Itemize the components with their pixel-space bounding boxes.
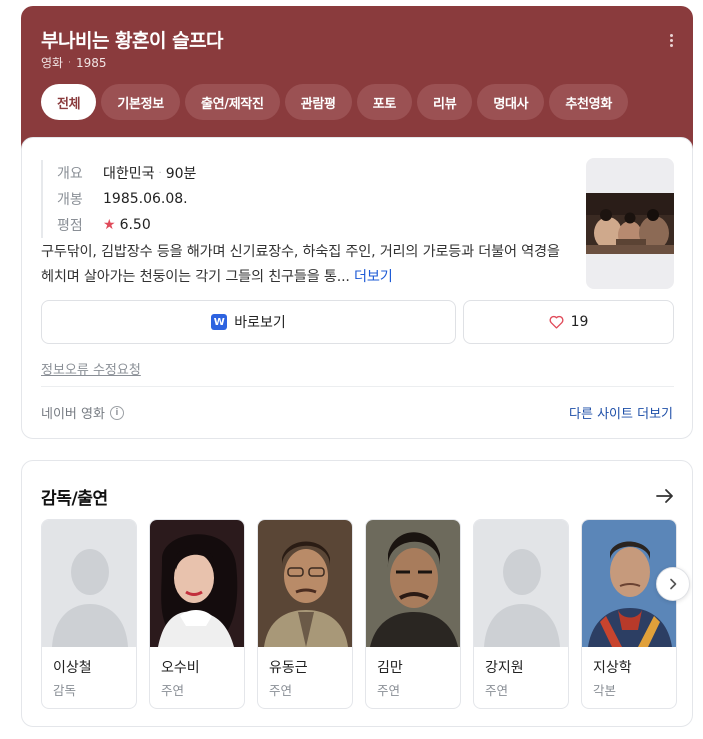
tab-quotes[interactable]: 명대사 xyxy=(477,84,545,120)
person-photo xyxy=(258,520,352,647)
release-row: 개봉 1985.06.08. xyxy=(57,186,196,212)
person-role: 주연 xyxy=(377,683,401,698)
person-name: 이상철 xyxy=(53,660,92,676)
movie-still-image xyxy=(586,193,674,254)
report-error-link[interactable]: 정보오류 수정요청 xyxy=(41,359,141,378)
runtime-value: 90분 xyxy=(165,166,197,182)
person-name: 강지원 xyxy=(485,660,524,676)
watcha-logo-icon: W xyxy=(211,314,228,330)
cast-item[interactable]: 유동근 주연 xyxy=(257,519,353,709)
watch-now-button[interactable]: W 바로보기 xyxy=(41,300,456,344)
more-options-icon[interactable] xyxy=(663,30,679,50)
star-icon: ★ xyxy=(103,217,116,233)
rating-label: 평점 xyxy=(57,218,83,234)
person-role: 감독 xyxy=(53,683,77,698)
overview-row: 개요 대한민국 · 90분 xyxy=(57,160,196,186)
watch-now-label: 바로보기 xyxy=(234,315,286,331)
person-photo xyxy=(366,520,460,647)
meta-separator: · xyxy=(68,57,71,68)
tab-photos[interactable]: 포토 xyxy=(356,84,413,120)
synopsis-more-link[interactable]: 더보기 xyxy=(354,269,393,285)
person-name: 오수비 xyxy=(161,660,200,676)
chevron-right-icon xyxy=(670,578,677,590)
like-button[interactable]: 19 xyxy=(463,300,674,344)
tab-all[interactable]: 전체 xyxy=(41,84,97,120)
cast-item[interactable]: 이상철 감독 xyxy=(41,519,137,709)
rating-value: 6.50 xyxy=(119,217,151,233)
cast-item[interactable]: 지상학 각본 xyxy=(581,519,677,709)
next-button[interactable] xyxy=(656,567,690,601)
person-placeholder-photo xyxy=(474,520,568,647)
cast-section-title[interactable]: 감독/출연 xyxy=(41,484,108,509)
movie-header: 부나비는 황혼이 슬프다 영화 · 1985 전체 기본정보 출연/제작진 관람… xyxy=(21,6,693,156)
poster-thumbnail[interactable] xyxy=(586,158,674,289)
cast-card: 감독/출연 이상철 감독 오수비 주연 유동근 주연 김만 주연 강지원 주연 … xyxy=(21,460,693,727)
person-name: 김만 xyxy=(377,660,403,676)
person-role: 주연 xyxy=(161,683,185,698)
tab-bar: 전체 기본정보 출연/제작진 관람평 포토 리뷰 명대사 추천영화 xyxy=(41,84,628,120)
synopsis-text: 구두닦이, 김밥장수 등을 해가며 신기료장수, 하숙집 주인, 거리의 가로등… xyxy=(41,244,560,285)
source-info: 네이버 영화 i xyxy=(41,403,124,422)
info-icon[interactable]: i xyxy=(109,405,124,420)
synopsis: 구두닦이, 김밥장수 등을 해가며 신기료장수, 하숙집 주인, 거리의 가로등… xyxy=(41,240,576,290)
category-label: 영화 xyxy=(41,56,64,70)
tab-recommended[interactable]: 추천영화 xyxy=(549,84,628,120)
cast-item[interactable]: 오수비 주연 xyxy=(149,519,245,709)
info-list: 개요 대한민국 · 90분 개봉 1985.06.08. 평점 ★ 6.50 xyxy=(41,160,196,238)
arrow-right-icon[interactable] xyxy=(654,485,676,507)
release-year: 1985 xyxy=(75,55,107,70)
person-photo xyxy=(150,520,244,647)
tab-basic-info[interactable]: 기본정보 xyxy=(101,84,180,120)
release-label: 개봉 xyxy=(57,192,83,208)
source-label: 네이버 영화 xyxy=(41,407,105,422)
info-separator: · xyxy=(158,167,162,179)
tab-cast-crew[interactable]: 출연/제작진 xyxy=(184,84,280,120)
divider xyxy=(41,386,674,387)
cast-item[interactable]: 강지원 주연 xyxy=(473,519,569,709)
cast-item[interactable]: 김만 주연 xyxy=(365,519,461,709)
person-name: 유동근 xyxy=(269,660,308,676)
movie-title[interactable]: 부나비는 황혼이 슬프다 xyxy=(41,26,224,53)
country-value: 대한민국 xyxy=(103,166,155,182)
movie-meta: 영화 · 1985 xyxy=(41,54,107,71)
heart-icon xyxy=(549,315,564,329)
rating-row: 평점 ★ 6.50 xyxy=(57,212,196,238)
person-role: 각본 xyxy=(593,683,617,698)
tab-reviews-rating[interactable]: 관람평 xyxy=(284,84,352,120)
person-name: 지상학 xyxy=(593,660,632,676)
tab-reviews[interactable]: 리뷰 xyxy=(417,84,473,120)
other-sites-link[interactable]: 다른 사이트 더보기 xyxy=(569,403,673,422)
like-count: 19 xyxy=(570,314,589,330)
person-role: 주연 xyxy=(485,683,509,698)
movie-info-card: 부나비는 황혼이 슬프다 영화 · 1985 전체 기본정보 출연/제작진 관람… xyxy=(21,6,693,439)
release-date-value: 1985.06.08. xyxy=(103,191,188,207)
cast-list: 이상철 감독 오수비 주연 유동근 주연 김만 주연 강지원 주연 지상학 각본 xyxy=(41,519,677,709)
person-role: 주연 xyxy=(269,683,293,698)
person-placeholder-photo xyxy=(42,520,136,647)
overview-label: 개요 xyxy=(57,166,83,182)
movie-detail-panel: 개요 대한민국 · 90분 개봉 1985.06.08. 평점 ★ 6.50 구… xyxy=(21,137,693,439)
